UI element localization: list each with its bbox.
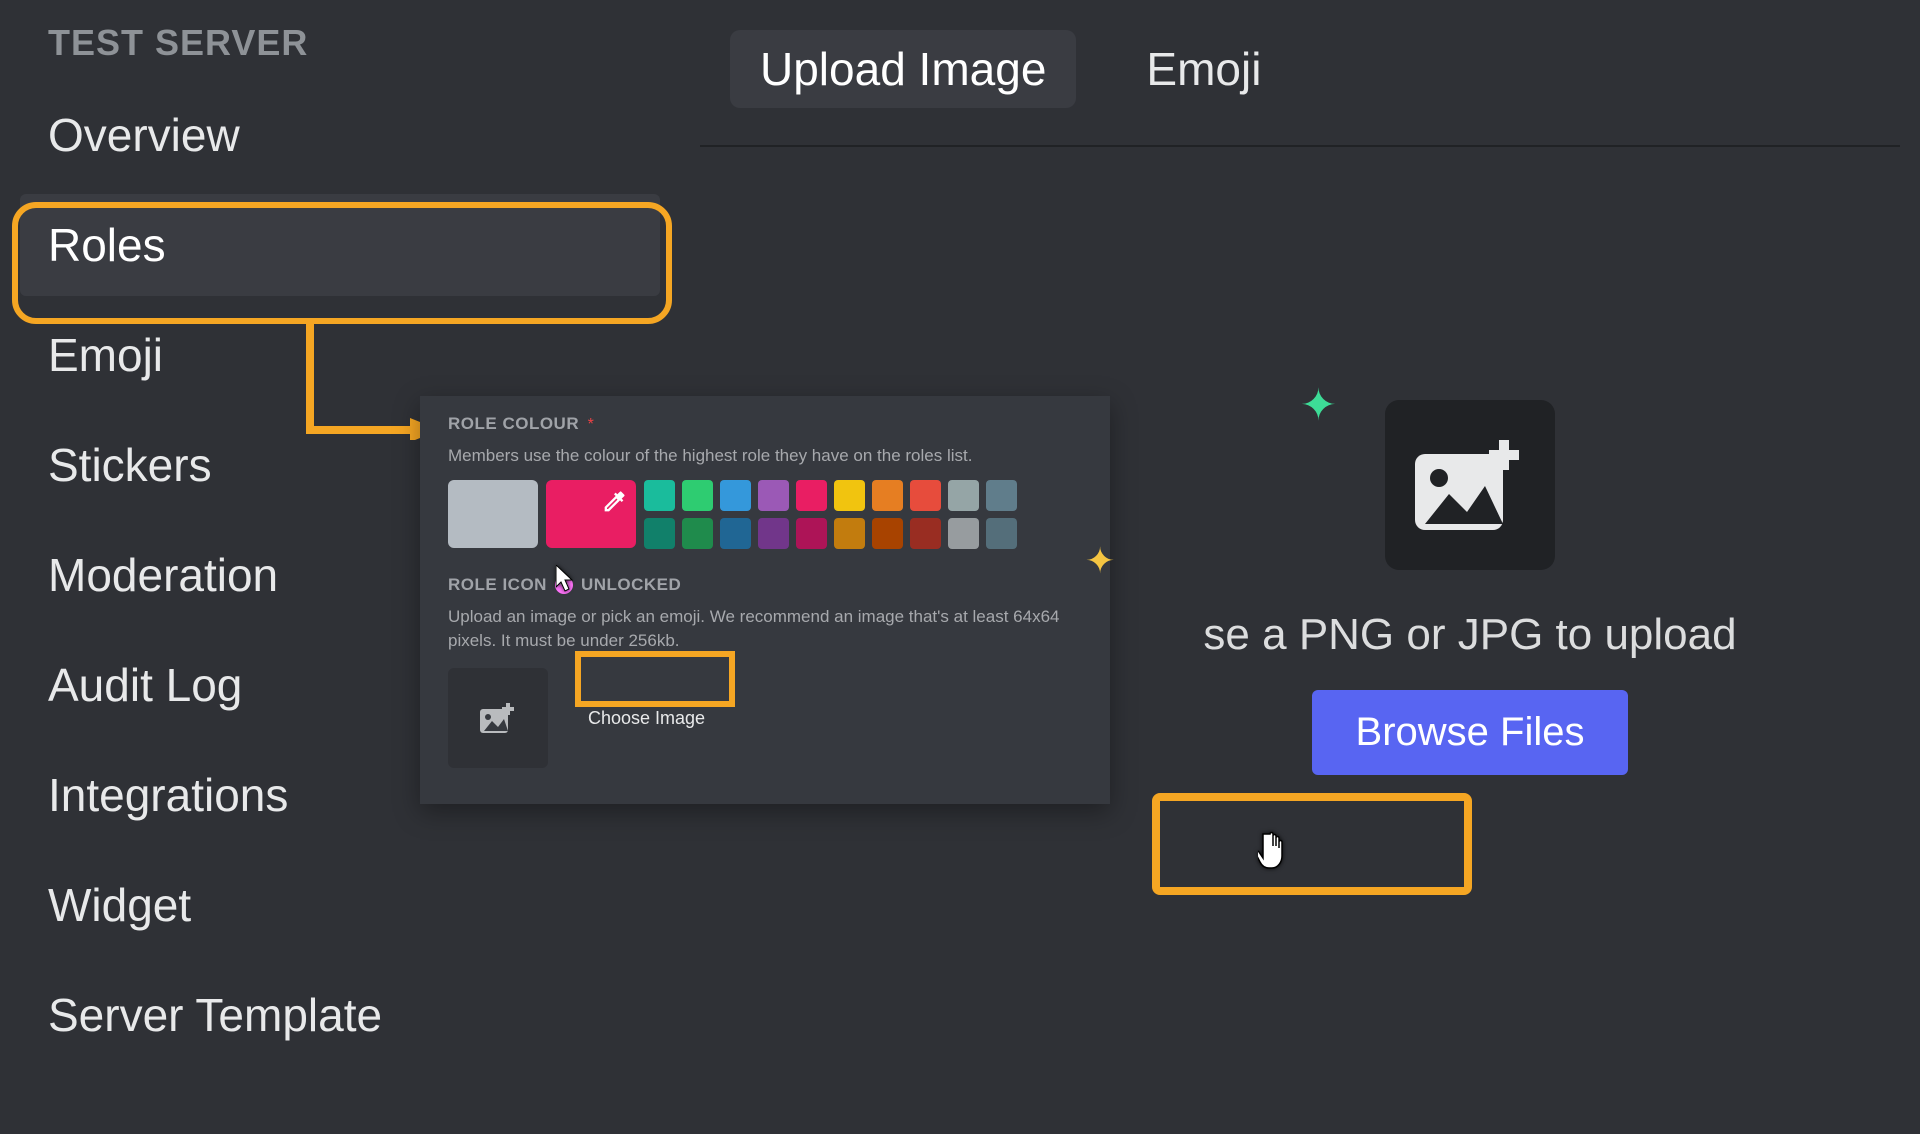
tabs-divider bbox=[700, 145, 1900, 147]
upload-image-zone: ✦ ✦ se a PNG or JPG to upload Browse Fil… bbox=[1120, 400, 1820, 775]
custom-colour-swatch[interactable] bbox=[546, 480, 636, 548]
colour-swatch[interactable] bbox=[720, 518, 751, 549]
colour-swatch[interactable] bbox=[682, 480, 713, 511]
colour-swatch[interactable] bbox=[986, 480, 1017, 511]
tab-upload-image[interactable]: Upload Image bbox=[730, 30, 1076, 108]
colour-swatch-grid bbox=[644, 480, 1017, 549]
required-asterisk: * bbox=[588, 416, 594, 433]
server-name-header: TEST SERVER bbox=[20, 10, 660, 76]
colour-swatch[interactable] bbox=[834, 480, 865, 511]
colour-swatch[interactable] bbox=[682, 518, 713, 549]
colour-swatch[interactable] bbox=[758, 518, 789, 549]
boost-level-badge-icon: ✦ bbox=[555, 576, 573, 594]
colour-swatch[interactable] bbox=[948, 480, 979, 511]
sidebar-item-overview[interactable]: Overview bbox=[20, 84, 660, 186]
colour-swatch[interactable] bbox=[910, 480, 941, 511]
colour-swatch[interactable] bbox=[644, 480, 675, 511]
eyedropper-icon bbox=[600, 488, 628, 516]
colour-swatch[interactable] bbox=[910, 518, 941, 549]
role-icon-desc: Upload an image or pick an emoji. We rec… bbox=[448, 605, 1088, 653]
colour-swatch[interactable] bbox=[986, 518, 1017, 549]
colour-swatch[interactable] bbox=[644, 518, 675, 549]
colour-swatch[interactable] bbox=[796, 518, 827, 549]
cursor-hand-icon bbox=[1258, 828, 1290, 868]
unlocked-label: UNLOCKED bbox=[581, 575, 681, 595]
role-colour-title: ROLE COLOUR bbox=[448, 414, 579, 433]
image-add-icon bbox=[480, 703, 516, 733]
role-colour-desc: Members use the colour of the highest ro… bbox=[448, 444, 1088, 468]
role-icon-image-slot[interactable] bbox=[448, 668, 548, 768]
colour-swatch[interactable] bbox=[758, 480, 789, 511]
colour-swatch[interactable] bbox=[872, 518, 903, 549]
sparkle-icon: ✦ bbox=[1300, 380, 1337, 431]
sidebar-item-roles[interactable]: Roles bbox=[20, 194, 660, 296]
choose-image-button[interactable]: Choose Image bbox=[572, 698, 721, 739]
colour-swatch[interactable] bbox=[948, 518, 979, 549]
colour-swatch[interactable] bbox=[834, 518, 865, 549]
role-icon-title: ROLE ICON bbox=[448, 575, 547, 595]
upload-icon-box[interactable] bbox=[1385, 400, 1555, 570]
tab-emoji[interactable]: Emoji bbox=[1116, 30, 1291, 108]
image-add-large-icon bbox=[1415, 440, 1525, 530]
highlight-browse-files bbox=[1152, 793, 1472, 895]
role-settings-popup: ROLE COLOUR * Members use the colour of … bbox=[420, 396, 1110, 804]
colour-swatch[interactable] bbox=[796, 480, 827, 511]
colour-swatch[interactable] bbox=[720, 480, 751, 511]
sidebar-item-emoji[interactable]: Emoji bbox=[20, 304, 660, 406]
sidebar-item-widget[interactable]: Widget bbox=[20, 854, 660, 956]
colour-swatch[interactable] bbox=[872, 480, 903, 511]
default-colour-swatch[interactable] bbox=[448, 480, 538, 548]
sidebar-item-server-template[interactable]: Server Template bbox=[20, 964, 660, 1066]
upload-hint-text: se a PNG or JPG to upload bbox=[1120, 610, 1820, 660]
role-icon-tabs: Upload Image Emoji bbox=[730, 30, 1291, 108]
browse-files-button[interactable]: Browse Files bbox=[1312, 690, 1629, 775]
sparkle-icon: ✦ bbox=[1085, 540, 1115, 582]
